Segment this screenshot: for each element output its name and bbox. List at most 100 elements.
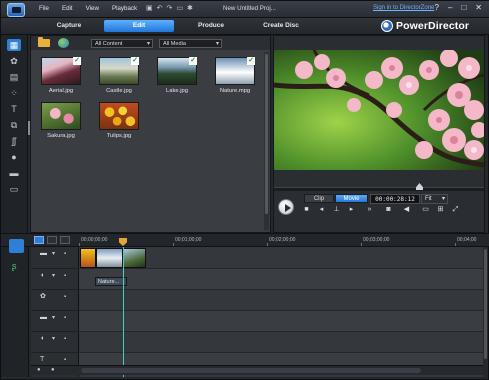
timeline-vertical-scrollbar[interactable]: [483, 247, 488, 367]
timeline-ruler[interactable]: 00;00;00;00 00;01;00;00 00;02;00;00 00;0…: [79, 234, 483, 246]
timecode-display[interactable]: 00:00:28:12: [370, 194, 420, 204]
library-scrollbar-thumb[interactable]: [265, 54, 268, 214]
tab-create-disc[interactable]: Create Disc: [256, 20, 306, 32]
menu-edit[interactable]: Edit: [62, 5, 73, 12]
quick-toolbar: ▣ ↶ ↷ ▭ ✱: [146, 4, 193, 13]
zoom-out-icon[interactable]: ●: [37, 367, 41, 373]
library-item[interactable]: ✓: [215, 57, 255, 85]
seek-handle[interactable]: [416, 183, 423, 190]
lock-icon[interactable]: ▪: [64, 336, 69, 342]
play-button[interactable]: [278, 199, 294, 215]
fast-forward-icon[interactable]: »: [365, 206, 374, 214]
chapter-room-icon[interactable]: ▬: [7, 167, 21, 179]
storyboard-view-button[interactable]: [47, 236, 57, 244]
sakura-frame: [274, 50, 484, 170]
stop-icon[interactable]: ■: [302, 206, 311, 214]
library-item-label: Castle.jpg: [106, 88, 132, 94]
fullscreen-icon[interactable]: ⤢: [451, 206, 460, 214]
undo-icon[interactable]: ↶: [157, 4, 163, 13]
audio-track-2[interactable]: [79, 332, 483, 353]
lock-icon[interactable]: ▪: [64, 273, 69, 279]
room-toolbar: ▦ ✿ ▤ ⁘ T ⧉ ʃʃ ● ▬ ▭: [1, 35, 28, 233]
timeline-tracks[interactable]: Nature...: [79, 247, 483, 377]
menu-playback[interactable]: Playback: [112, 5, 137, 12]
video-track-1[interactable]: [79, 247, 483, 269]
save-icon[interactable]: ▣: [146, 4, 153, 13]
split-icon[interactable]: ⊥: [332, 206, 341, 214]
library-item-label: Lake.jpg: [166, 88, 188, 94]
download-media-icon[interactable]: [58, 38, 69, 48]
audio-track-1[interactable]: Nature...: [79, 269, 483, 290]
effect-track[interactable]: [79, 290, 483, 311]
redo-icon[interactable]: ↷: [167, 4, 173, 13]
tracks-icon[interactable]: [9, 239, 24, 253]
maximize-button[interactable]: □: [461, 3, 466, 12]
subtitle-room-icon[interactable]: ▭: [7, 183, 21, 195]
library-scrollbar[interactable]: [264, 52, 269, 230]
tab-produce[interactable]: Produce: [189, 20, 233, 32]
library-toolbar: All Content All Media: [31, 36, 270, 50]
preview-video: [274, 50, 484, 170]
video-track-2[interactable]: [79, 311, 483, 332]
library-item[interactable]: ✓: [41, 57, 81, 85]
app-logo-icon[interactable]: [7, 3, 25, 17]
ruler-tick: [267, 243, 268, 246]
library-item[interactable]: [99, 102, 139, 130]
particle-room-icon[interactable]: ⁘: [7, 87, 21, 99]
playhead-line[interactable]: [123, 247, 124, 377]
tab-capture[interactable]: Capture: [49, 20, 89, 32]
volume-icon[interactable]: ◀: [402, 206, 411, 214]
zoom-fit-select[interactable]: Fit: [421, 194, 448, 204]
minimize-button[interactable]: –: [448, 3, 452, 12]
display-toggle-icon[interactable]: ▭: [421, 206, 430, 214]
track-enable-icon[interactable]: ▾: [52, 251, 57, 257]
lock-icon[interactable]: ▪: [64, 251, 69, 257]
previous-frame-icon[interactable]: ◂: [317, 206, 326, 214]
lock-icon[interactable]: ▪: [64, 357, 69, 363]
snapshot-camera-icon[interactable]: ◙: [384, 206, 393, 214]
transition-room-icon[interactable]: ⧉: [7, 119, 21, 131]
next-frame-icon[interactable]: ▸: [347, 206, 356, 214]
menu-file[interactable]: File: [39, 5, 49, 12]
audio-mixing-icon[interactable]: ʃʃ: [7, 135, 21, 147]
track-enable-icon[interactable]: ▾: [52, 315, 57, 321]
library-item[interactable]: ✓: [99, 57, 139, 85]
effects-room-icon[interactable]: ✿: [7, 55, 21, 67]
library-item[interactable]: ✓: [157, 57, 197, 85]
clip-mode-button[interactable]: Clip: [304, 194, 334, 203]
voiceover-icon[interactable]: ●: [7, 151, 21, 163]
track-manager-button[interactable]: [60, 236, 70, 244]
content-filter-select[interactable]: All Content: [91, 39, 153, 48]
timeline-vertical-scrollbar-thumb[interactable]: [484, 249, 487, 359]
timeline-clip[interactable]: [123, 248, 146, 268]
seek-bar[interactable]: [274, 187, 484, 191]
track-enable-icon[interactable]: ▾: [52, 273, 57, 279]
zoom-in-icon[interactable]: ●: [51, 367, 55, 373]
timeline-clip[interactable]: [96, 248, 123, 268]
brand-logo: PowerDirector: [381, 19, 469, 33]
sign-in-link[interactable]: Sign in to DirectorZone: [373, 5, 434, 11]
media-room-icon[interactable]: ▦: [7, 39, 21, 51]
menu-view[interactable]: View: [86, 5, 99, 12]
lock-icon[interactable]: ▪: [64, 294, 69, 300]
layout-icon[interactable]: ⊞: [436, 206, 445, 214]
monitor-icon[interactable]: ▭: [176, 4, 183, 13]
movie-mode-button[interactable]: Movie: [335, 194, 368, 203]
tab-edit[interactable]: Edit: [104, 20, 174, 32]
import-folder-icon[interactable]: [38, 37, 50, 47]
timeline-clip[interactable]: [80, 248, 96, 268]
library-item[interactable]: [41, 102, 81, 130]
lock-icon[interactable]: ▪: [64, 315, 69, 321]
track-enable-icon[interactable]: ▾: [52, 336, 57, 342]
audio-track-icon: ◖: [40, 335, 45, 342]
timeline-view-button[interactable]: [34, 236, 44, 244]
media-filter-select[interactable]: All Media: [159, 39, 222, 48]
title-room-icon[interactable]: T: [7, 103, 21, 115]
timeline-horizontal-scrollbar[interactable]: [81, 368, 421, 373]
close-button[interactable]: ✕: [475, 3, 482, 12]
ruler-tick: [173, 243, 174, 246]
help-button[interactable]: ?: [435, 3, 439, 12]
magic-tools-icon[interactable]: ʂ: [12, 261, 17, 271]
pip-room-icon[interactable]: ▤: [7, 71, 21, 83]
settings-gear-icon[interactable]: ✱: [187, 4, 193, 13]
